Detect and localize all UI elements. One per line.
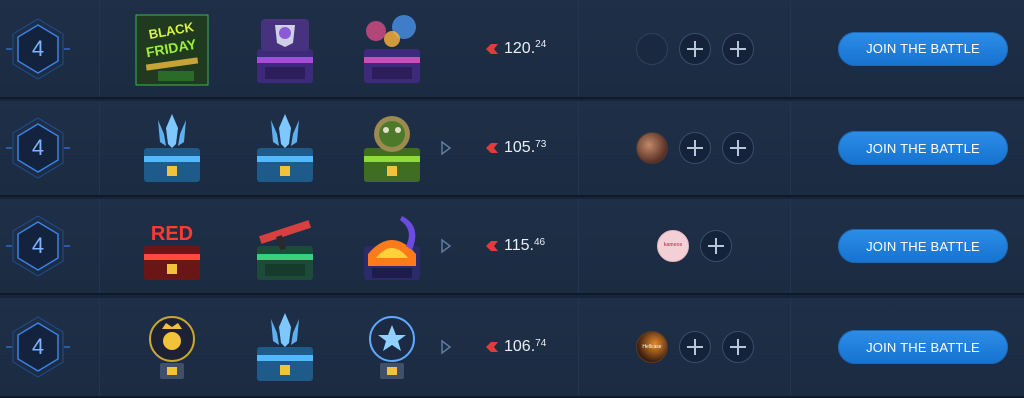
join-battle-button[interactable]: JOIN THE BATTLE xyxy=(838,31,1008,66)
player-count: 4 xyxy=(31,334,45,359)
avatar-label: Hellcase xyxy=(642,344,662,350)
fireworks-case-icon[interactable] xyxy=(352,9,432,89)
join-battle-button[interactable]: JOIN THE BATTLE xyxy=(838,330,1008,364)
price-integer: 115. xyxy=(504,237,534,254)
avatar-label: kameos xyxy=(663,242,683,248)
column-divider xyxy=(578,0,579,97)
player-count: 4 xyxy=(31,135,45,160)
column-divider xyxy=(99,298,100,396)
coin-icon xyxy=(486,43,498,54)
player-slots: kameos xyxy=(657,230,743,262)
player-avatar[interactable]: Hellcase xyxy=(636,331,668,363)
player-count-badge: 4 xyxy=(6,315,70,379)
join-battle-button[interactable]: JOIN THE BATTLE xyxy=(838,229,1008,263)
play-arrow-icon xyxy=(441,140,452,156)
player-count-badge: 4 xyxy=(6,214,70,278)
battle-row: 4 BLACK FRIDAY 120. 24 JOIN THE BATTLE xyxy=(0,0,1024,99)
battle-price: 106. 74 xyxy=(484,336,546,358)
gold-skull-orb-case-icon[interactable] xyxy=(132,307,212,387)
player-slots xyxy=(636,132,765,164)
cookie-monster-case-icon[interactable] xyxy=(352,108,432,188)
battle-row: 4 xyxy=(0,101,1024,197)
join-slot-plus-icon[interactable] xyxy=(679,132,711,164)
blue-star-orb-case-icon[interactable] xyxy=(352,307,432,387)
player-count: 4 xyxy=(31,233,45,258)
play-arrow-icon xyxy=(441,339,452,355)
red-case-icon[interactable]: RED xyxy=(132,206,212,286)
column-divider xyxy=(790,199,791,293)
price-decimal: 24 xyxy=(535,39,547,50)
trident-case-icon[interactable] xyxy=(132,108,212,188)
player-count: 4 xyxy=(31,35,45,61)
join-slot-plus-icon[interactable] xyxy=(679,32,711,65)
price-integer: 120. xyxy=(504,39,536,57)
battle-price: 120. 24 xyxy=(484,38,546,60)
join-slot-plus-icon[interactable] xyxy=(722,331,754,363)
column-divider xyxy=(578,199,579,293)
join-battle-button[interactable]: JOIN THE BATTLE xyxy=(838,131,1008,165)
fire-knife-case-icon[interactable] xyxy=(352,206,432,286)
coin-icon xyxy=(486,342,498,352)
ak-green-case-icon[interactable] xyxy=(245,206,325,286)
column-divider xyxy=(99,0,100,97)
play-arrow-icon xyxy=(441,238,452,254)
battle-list: 4 BLACK FRIDAY 120. 24 JOIN THE BATTLE 4… xyxy=(0,0,1024,398)
price-decimal: 46 xyxy=(533,236,546,248)
coin-icon xyxy=(486,241,498,251)
player-count-badge: 4 xyxy=(6,17,70,81)
column-divider xyxy=(578,298,579,396)
column-divider xyxy=(99,101,100,195)
column-divider xyxy=(578,101,579,195)
battle-price: 115. 46 xyxy=(484,235,545,257)
black-friday-case-icon[interactable]: BLACK FRIDAY xyxy=(132,9,212,89)
trident-case-icon[interactable] xyxy=(245,108,325,188)
player-slot-empty xyxy=(636,32,668,65)
join-slot-plus-icon[interactable] xyxy=(679,331,711,363)
player-avatar[interactable]: kameos xyxy=(657,230,689,262)
coin-icon xyxy=(486,143,498,153)
join-slot-plus-icon[interactable] xyxy=(700,230,732,262)
column-divider xyxy=(790,298,791,396)
price-decimal: 73 xyxy=(535,138,547,150)
battle-price: 105. 73 xyxy=(484,137,546,159)
battle-row: 4 RED 115. 46 kameos JOIN THE BATTLE xyxy=(0,199,1024,295)
battle-row: 4 xyxy=(0,298,1024,398)
purple-crest-case-icon[interactable] xyxy=(245,9,325,89)
svg-text:RED: RED xyxy=(151,223,193,245)
trident-case-icon[interactable] xyxy=(245,307,325,387)
column-divider xyxy=(790,101,791,195)
price-decimal: 74 xyxy=(535,337,547,349)
column-divider xyxy=(99,199,100,293)
player-slots xyxy=(636,32,765,65)
player-count-badge: 4 xyxy=(6,116,70,180)
price-integer: 105. xyxy=(504,139,536,156)
price-integer: 106. xyxy=(504,338,536,355)
player-avatar[interactable] xyxy=(636,132,668,164)
column-divider xyxy=(790,0,791,97)
join-slot-plus-icon[interactable] xyxy=(722,32,754,65)
player-slots: Hellcase xyxy=(636,331,765,363)
join-slot-plus-icon[interactable] xyxy=(722,132,754,164)
